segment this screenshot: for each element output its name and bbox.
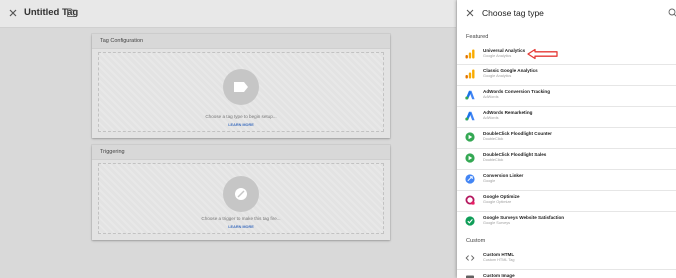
item-subtitle: Google Analytics [483, 74, 512, 78]
trigger-prompt: Choose a trigger to make this tag fire..… [201, 216, 281, 221]
item-subtitle: DoubleClick [483, 137, 504, 141]
image-icon [466, 275, 474, 278]
trigger-icon [235, 188, 247, 200]
google-analytics-icon [465, 49, 475, 59]
item-name: DoubleClick Floodlight Counter [483, 131, 552, 136]
item-name: Custom HTML [483, 252, 515, 257]
item-name: DoubleClick Floodlight Sales [483, 152, 547, 157]
item-name: Conversion Linker [483, 173, 524, 178]
tag-type-doubleclick-floodlight-sales[interactable]: DoubleClick Floodlight Sales DoubleClick [457, 149, 676, 169]
item-subtitle: Custom HTML Tag [483, 258, 515, 262]
editor-header: Untitled Tag [0, 0, 456, 28]
item-subtitle: Google Optimize [483, 200, 512, 204]
tag-configuration-header: Tag Configuration [92, 34, 390, 49]
triggering-card[interactable]: Triggering Choose a trigger to make this… [92, 145, 390, 240]
close-panel-icon[interactable] [466, 9, 474, 17]
item-subtitle: Google Analytics [483, 54, 512, 58]
annotation-arrow-icon [527, 48, 558, 60]
tag-type-google-surveys-website-satisfaction[interactable]: Google Surveys Website Satisfaction Goog… [457, 212, 676, 232]
triggering-body[interactable]: Choose a trigger to make this tag fire..… [98, 163, 384, 234]
custom-section-label: Custom [466, 238, 486, 244]
item-subtitle: AdWords [483, 116, 499, 120]
conversion-linker-icon [465, 174, 475, 184]
doubleclick-icon [465, 132, 475, 142]
google-analytics-icon [465, 69, 475, 79]
tag-type-doubleclick-floodlight-counter[interactable]: DoubleClick Floodlight Counter DoubleCli… [457, 128, 676, 148]
trigger-placeholder[interactable] [223, 176, 259, 212]
item-name: AdWords Remarketing [483, 110, 533, 115]
tag-type-universal-analytics[interactable]: Universal Analytics Google Analytics [457, 45, 676, 65]
folder-icon[interactable] [67, 8, 77, 17]
trigger-learn-more-link[interactable]: LEARN MORE [99, 225, 383, 229]
item-name: Universal Analytics [483, 48, 526, 53]
google-surveys-icon [465, 216, 475, 226]
featured-section-label: Featured [466, 34, 489, 40]
item-subtitle: Google Surveys [483, 221, 511, 225]
item-name: Classic Google Analytics [483, 68, 538, 73]
tag-type-custom-image[interactable]: Custom Image [457, 270, 676, 278]
tag-type-classic-google-analytics[interactable]: Classic Google Analytics Google Analytic… [457, 65, 676, 85]
code-icon [465, 255, 475, 261]
item-name: Google Optimize [483, 194, 520, 199]
adwords-icon [465, 111, 475, 121]
item-subtitle: Google [483, 179, 496, 183]
tag-configuration-body[interactable]: Choose a tag type to begin setup... LEAR… [98, 52, 384, 132]
close-icon[interactable] [7, 7, 19, 19]
triggering-header: Triggering [92, 145, 390, 160]
tag-type-conversion-linker[interactable]: Conversion Linker Google [457, 170, 676, 190]
item-name: AdWords Conversion Tracking [483, 89, 551, 94]
item-subtitle: AdWords [483, 95, 499, 99]
adwords-icon [465, 90, 475, 100]
tag-configuration-card[interactable]: Tag Configuration Choose a tag type to b… [92, 34, 390, 138]
doubleclick-icon [465, 153, 475, 163]
google-optimize-icon [465, 195, 475, 205]
item-name: Custom Image [483, 273, 515, 278]
tag-learn-more-link[interactable]: LEARN MORE [99, 123, 383, 127]
item-subtitle: DoubleClick [483, 158, 504, 162]
item-name: Google Surveys Website Satisfaction [483, 215, 565, 220]
panel-title: Choose tag type [482, 8, 544, 18]
tag-type-custom-html[interactable]: Custom HTML Custom HTML Tag [457, 249, 676, 269]
tag-type-adwords-remarketing[interactable]: AdWords Remarketing AdWords [457, 107, 676, 127]
tag-type-google-optimize[interactable]: Google Optimize Google Optimize [457, 191, 676, 211]
tag-icon [234, 82, 248, 92]
tag-type-prompt: Choose a tag type to begin setup... [205, 114, 277, 119]
choose-tag-type-panel: Choose tag type Featured Universal Analy… [457, 0, 676, 278]
tag-type-adwords-conversion-tracking[interactable]: AdWords Conversion Tracking AdWords [457, 86, 676, 106]
search-icon[interactable] [668, 8, 676, 18]
tag-type-placeholder[interactable] [223, 69, 259, 105]
